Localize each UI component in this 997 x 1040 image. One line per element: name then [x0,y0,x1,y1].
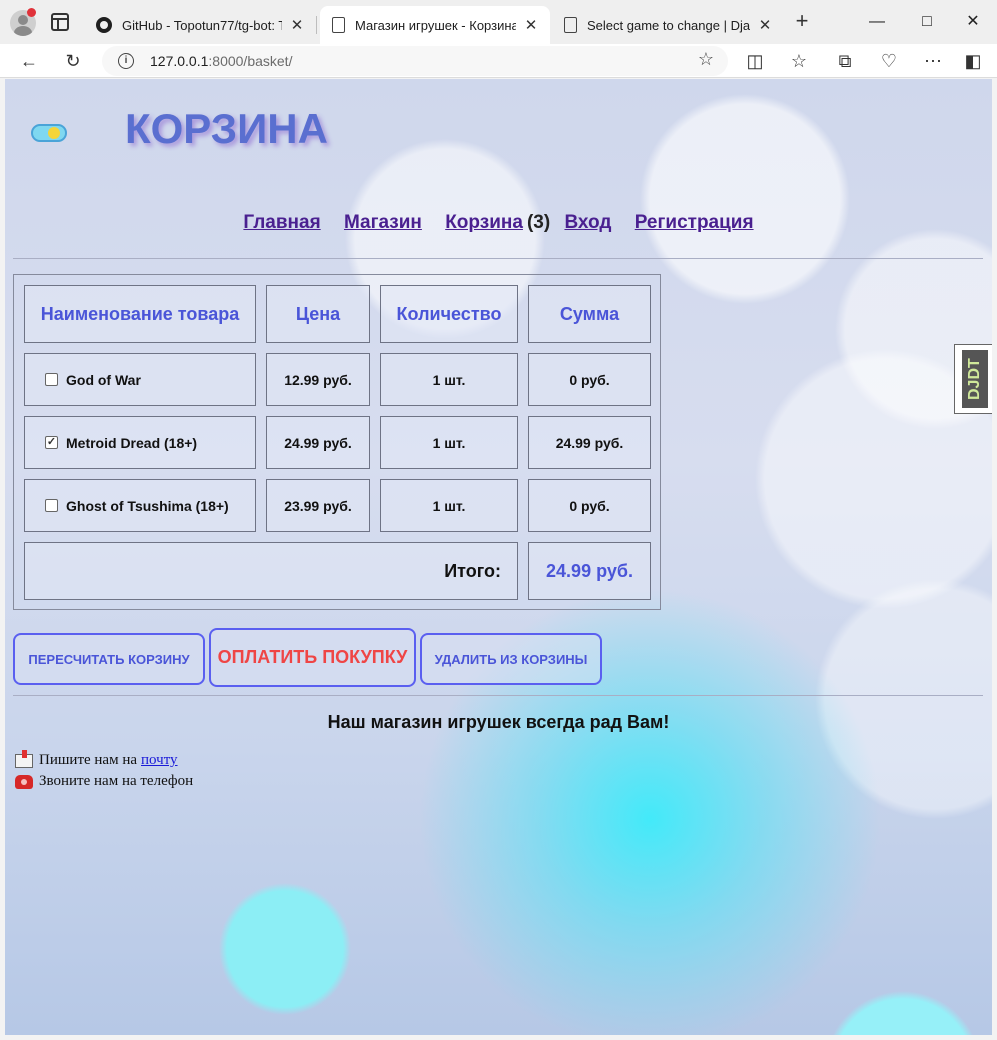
contact-phone: Звоните нам на телефон [15,773,193,790]
mail-text: Пишите нам на [39,752,138,768]
tab-basket[interactable]: Магазин игрушек - Корзина ✕ [320,6,550,44]
nav-link-shop[interactable]: Магазин [344,212,422,233]
footer-slogan: Наш магазин игрушек всегда рад Вам! [327,712,670,732]
remove-from-basket-button[interactable]: УДАЛИТЬ ИЗ КОРЗИНЫ [420,633,602,685]
item-qty: 1 шт. [380,479,518,532]
django-debug-toolbar-handle[interactable]: DJDT [954,344,992,414]
item-name: Metroid Dread (18+) [66,434,198,451]
contact-mail: Пишите нам на почту [15,749,178,769]
divider [13,695,983,696]
tab-title: Магазин игрушек - Корзина [355,17,516,33]
header-name: Наименование товара [24,285,256,343]
back-arrow-icon[interactable]: ← [16,48,42,74]
table-row-name: God of War [24,353,256,406]
item-sum: 0 руб. [528,353,651,406]
page-viewport: КОРЗИНА Главная Магазин Корзина (3) Вход … [5,79,992,1035]
site-info-icon[interactable]: i [118,53,134,69]
item-name: God of War [66,371,141,388]
basket-count: (3) [526,212,551,233]
table-row-name: ✓ Metroid Dread (18+) [24,416,256,469]
nav-link-home[interactable]: Главная [243,212,320,233]
item-qty: 1 шт. [380,353,518,406]
favorites-icon[interactable]: ☆ [786,48,812,74]
item-checkbox-checked[interactable]: ✓ [45,436,58,449]
close-icon[interactable]: ✕ [756,16,774,34]
item-checkbox[interactable] [45,499,58,512]
item-sum: 0 руб. [528,479,651,532]
sidebar-toggle-icon[interactable]: ◧ [960,48,986,74]
header-qty: Количество [380,285,518,343]
item-price: 23.99 руб. [266,479,370,532]
address-bar[interactable]: i 127.0.0.1:8000/basket/ ☆ [102,46,728,76]
mail-link[interactable]: почту [141,752,178,769]
phone-text: Звоните нам на телефон [39,773,194,789]
page-title: КОРЗИНА [125,105,328,152]
collections-icon[interactable]: ⧉ [832,48,858,74]
header-price: Цена [266,285,370,343]
minimize-icon[interactable]: — [862,8,892,36]
recalculate-basket-button[interactable]: ПЕРЕСЧИТАТЬ КОРЗИНУ [13,633,205,685]
telephone-icon [15,774,33,789]
tab-actions-icon[interactable] [51,13,69,31]
more-menu-icon[interactable]: ⋯ [920,48,946,74]
tab-title: GitHub - Topotun77/tg-bot: Tele [122,17,282,33]
nav-link-register[interactable]: Регистрация [635,212,754,233]
browser-tab-bar: GitHub - Topotun77/tg-bot: Tele ✕ Магази… [0,0,997,44]
page-icon [564,17,577,33]
item-checkbox[interactable] [45,373,58,386]
window-close-icon[interactable]: ✕ [958,8,988,36]
basket-table: Наименование товара Цена Количество Сумм… [13,274,661,610]
main-nav: Главная Магазин Корзина (3) Вход Регистра… [5,212,992,234]
item-price: 24.99 руб. [266,416,370,469]
mailbox-icon [15,749,33,768]
divider [13,258,983,259]
browser-toolbar: ← ↻ i 127.0.0.1:8000/basket/ ☆ ◫ ☆ ⧉ ♡ ⋯… [0,44,997,78]
notification-dot-icon [27,8,36,17]
new-tab-button[interactable]: + [790,10,814,34]
split-screen-icon[interactable]: ◫ [742,48,768,74]
favorite-star-icon[interactable]: ☆ [698,49,714,70]
refresh-icon[interactable]: ↻ [60,48,86,74]
pay-button[interactable]: ОПЛАТИТЬ ПОКУПКУ [209,628,416,687]
browser-essentials-icon[interactable]: ♡ [876,48,902,74]
total-value: 24.99 руб. [528,542,651,600]
total-label: Итого: [24,542,518,600]
url-text: 127.0.0.1:8000/basket/ [150,53,293,69]
item-name: Ghost of Tsushima (18+) [66,497,229,514]
header-sum: Сумма [528,285,651,343]
table-row-name: Ghost of Tsushima (18+) [24,479,256,532]
tab-title: Select game to change | Django [587,17,750,33]
close-icon[interactable]: ✕ [522,16,540,34]
item-qty: 1 шт. [380,416,518,469]
weather-logo-icon [31,124,67,142]
github-icon [96,17,112,33]
tab-separator [316,16,317,34]
tab-django-admin[interactable]: Select game to change | Django ✕ [552,6,784,44]
item-sum: 24.99 руб. [528,416,651,469]
close-icon[interactable]: ✕ [288,16,306,34]
maximize-icon[interactable]: □ [912,8,942,36]
nav-link-login[interactable]: Вход [564,212,611,233]
page-icon [332,17,345,33]
nav-link-basket[interactable]: Корзина [445,212,523,233]
item-price: 12.99 руб. [266,353,370,406]
tab-github[interactable]: GitHub - Topotun77/tg-bot: Tele ✕ [84,6,316,44]
djdt-label: DJDT [961,350,988,408]
